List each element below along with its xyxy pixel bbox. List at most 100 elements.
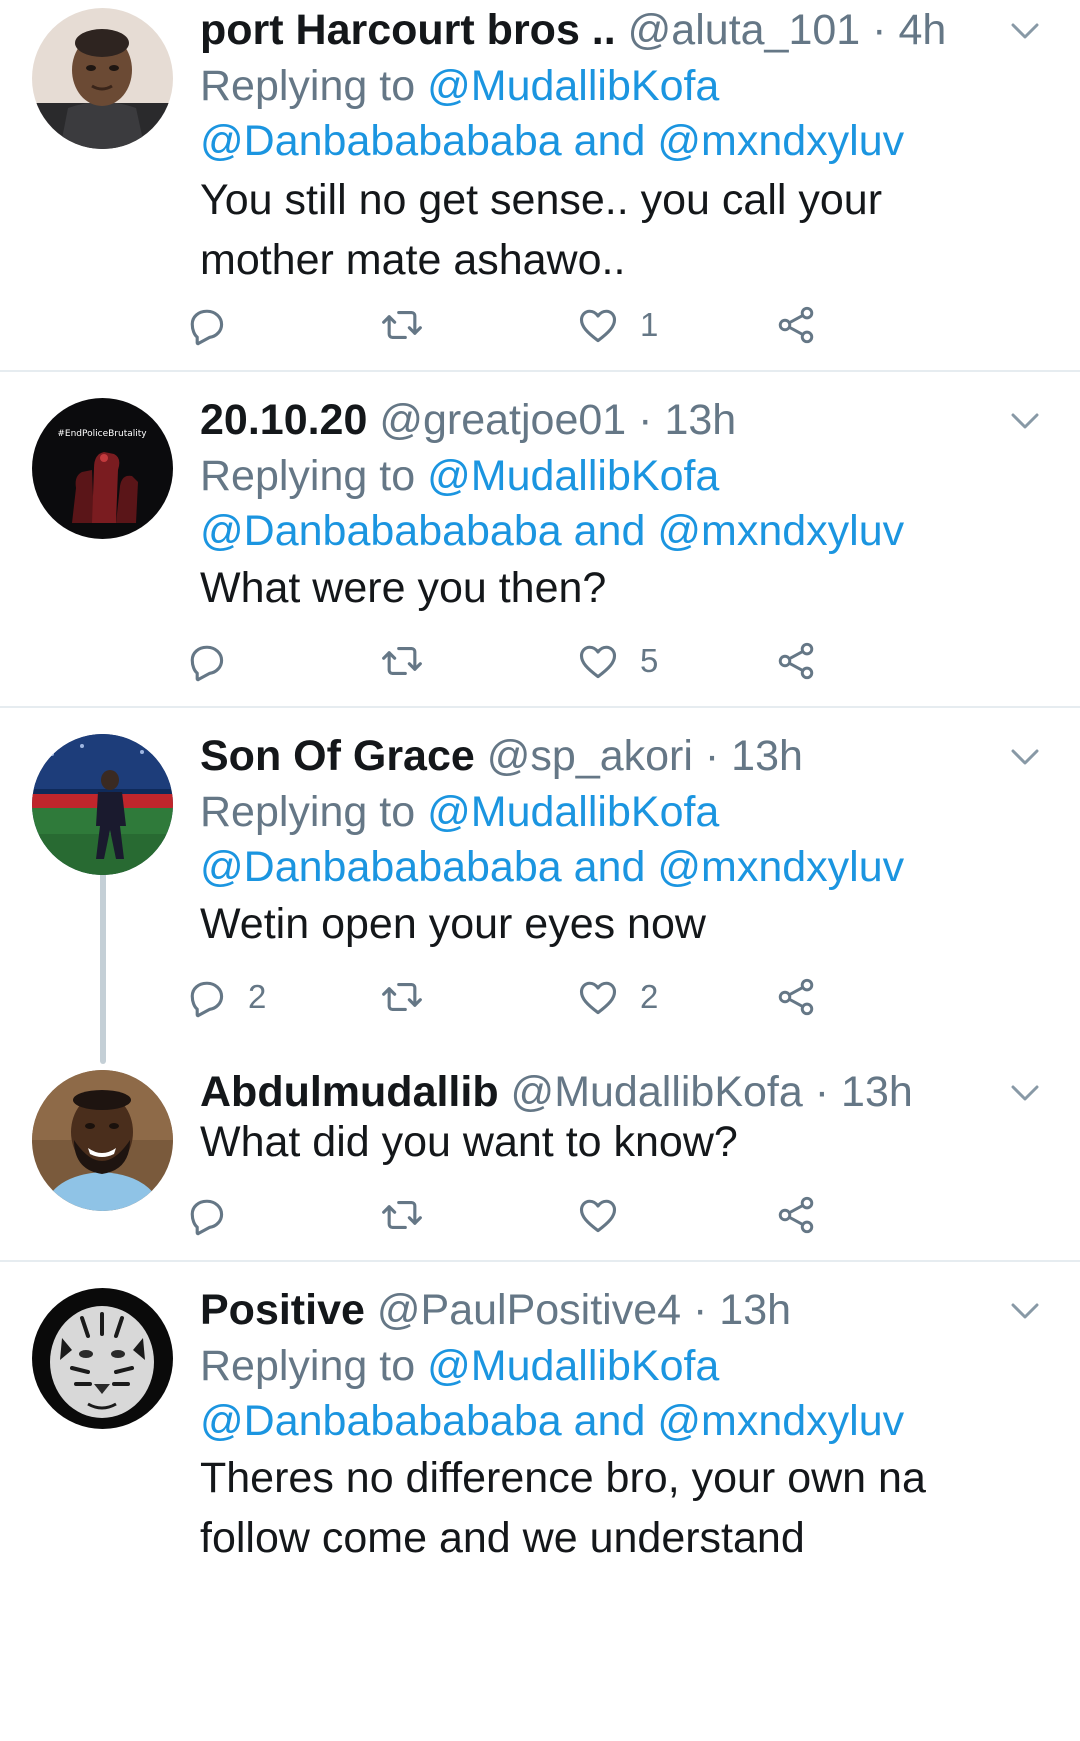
retweet-button[interactable] [380,972,444,1022]
tweet-text: What were you then? [200,564,607,612]
retweet-icon [380,975,424,1019]
reply-icon [184,975,228,1019]
retweet-icon [380,303,424,347]
display-name[interactable]: 20.10.20 [200,396,367,444]
tweet-text: What did you want to know? [200,1118,738,1166]
mention-and: and [573,1397,646,1445]
replying-to: Replying to @MudallibKofa [200,1336,719,1396]
retweet-button[interactable] [380,636,444,686]
share-icon [774,1193,818,1237]
replying-to-more: @Danbababababa and @mxndxyluv [200,837,904,897]
reply-button[interactable]: 2 [184,972,266,1022]
tweet-text: Wetin open your eyes now [200,900,706,948]
mention-link[interactable]: @Danbababababa [200,117,562,165]
display-name[interactable]: port Harcourt bros .. [200,6,616,54]
meta-dot: · [814,1068,830,1116]
replying-prefix: Replying to [200,62,416,110]
avatar[interactable] [32,734,173,875]
tweet[interactable]: Son Of Grace @sp_akori · 13h Replying to… [0,726,1080,1056]
timestamp[interactable]: 13h [731,732,803,780]
like-count: 5 [640,642,659,679]
display-name[interactable]: Abdulmudallib [200,1068,499,1116]
tweet[interactable]: #EndPoliceBrutality 20.10.20 @greatjoe01… [0,390,1080,706]
heart-icon [576,303,620,347]
meta-dot: · [693,1286,708,1334]
avatar-caption: #EndPoliceBrutality [57,429,147,439]
chevron-down-icon[interactable] [1005,742,1045,772]
heart-icon [576,1193,620,1237]
tweet-text: Theres no difference bro, your own na fo… [200,1454,926,1562]
reply-button[interactable] [184,1190,248,1240]
mention-and: and [573,117,646,165]
timestamp[interactable]: 13h [841,1068,913,1116]
reply-button[interactable] [184,636,248,686]
mention-link[interactable]: @MudallibKofa [427,452,719,500]
tweet[interactable]: port Harcourt bros .. @aluta_101 · 4h Re… [0,0,1080,370]
reply-icon [184,639,228,683]
user-handle[interactable]: @MudallibKofa [511,1068,803,1116]
mention-link[interactable]: @mxndxyluv [657,1397,904,1445]
like-button[interactable] [576,1190,640,1240]
mention-link[interactable]: @Danbababababa [200,507,562,555]
tweet-actions: 5 [200,636,960,686]
mention-link[interactable]: @mxndxyluv [657,117,904,165]
display-name[interactable]: Positive [200,1286,365,1334]
mention-link[interactable]: @mxndxyluv [657,843,904,891]
share-button[interactable] [774,636,818,686]
timestamp[interactable]: 13h [664,396,736,444]
share-button[interactable] [774,300,818,350]
replying-to-more: @Danbababababa and @mxndxyluv [200,111,904,171]
tweet-divider [0,1260,1080,1262]
user-handle[interactable]: @sp_akori [487,732,693,780]
timestamp[interactable]: 4h [898,6,946,54]
avatar[interactable] [32,1070,173,1211]
user-handle[interactable]: @greatjoe01 [379,396,626,444]
tweet-actions: 1 [200,300,960,350]
replying-to-more: @Danbababababa and @mxndxyluv [200,1391,904,1451]
reply-button[interactable] [184,300,248,350]
avatar[interactable]: #EndPoliceBrutality [32,398,173,539]
like-button[interactable]: 2 [576,972,658,1022]
user-handle[interactable]: @PaulPositive4 [377,1286,681,1334]
meta-dot: · [704,732,720,780]
chevron-down-icon[interactable] [1005,1296,1045,1326]
mention-link[interactable]: @MudallibKofa [427,788,719,836]
share-button[interactable] [774,972,818,1022]
mention-link[interactable]: @MudallibKofa [427,1342,719,1390]
chevron-down-icon[interactable] [1005,1078,1045,1108]
retweet-button[interactable] [380,1190,444,1240]
reply-icon [184,1193,228,1237]
chevron-down-icon[interactable] [1005,16,1045,46]
mention-link[interactable]: @Danbababababa [200,843,562,891]
retweet-button[interactable] [380,300,444,350]
meta-dot: · [872,6,887,54]
reply-icon [184,303,228,347]
tweet[interactable]: Abdulmudallib @MudallibKofa · 13h What d… [0,1062,1080,1262]
avatar[interactable] [32,8,173,149]
timestamp[interactable]: 13h [719,1286,791,1334]
display-name[interactable]: Son Of Grace [200,732,475,780]
retweet-icon [380,1193,424,1237]
tweet[interactable]: Positive @PaulPositive4 · 13h Replying t… [0,1280,1080,1741]
mention-link[interactable]: @MudallibKofa [427,62,719,110]
user-handle[interactable]: @aluta_101 [628,6,861,54]
replying-to: Replying to @MudallibKofa [200,446,719,506]
like-count: 1 [640,306,659,343]
tweet-actions: 2 2 [200,972,960,1022]
mention-link[interactable]: @Danbababababa [200,1397,562,1445]
retweet-icon [380,639,424,683]
like-count: 2 [640,978,659,1015]
mention-link[interactable]: @mxndxyluv [657,507,904,555]
like-button[interactable]: 5 [576,636,658,686]
like-button[interactable]: 1 [576,300,658,350]
avatar[interactable] [32,1288,173,1429]
tweet-divider [0,706,1080,708]
replying-prefix: Replying to [200,1342,416,1390]
tweet-divider [0,370,1080,372]
chevron-down-icon[interactable] [1005,406,1045,436]
tweet-actions [200,1190,960,1240]
share-icon [774,975,818,1019]
mention-and: and [573,507,646,555]
share-button[interactable] [774,1190,818,1240]
replying-to: Replying to @MudallibKofa [200,782,719,842]
